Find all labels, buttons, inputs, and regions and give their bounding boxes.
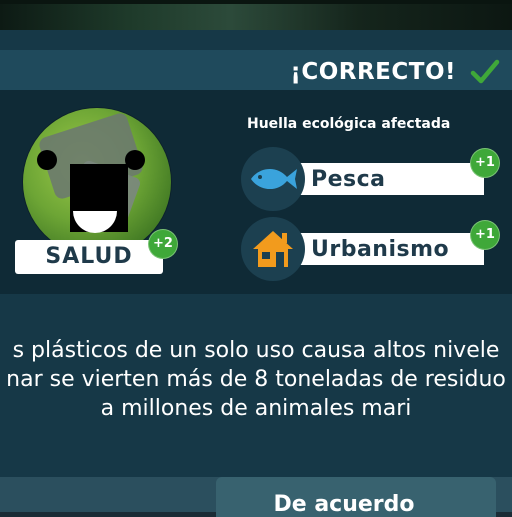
planet-eye-left xyxy=(37,150,57,170)
fish-icon xyxy=(241,147,305,211)
accept-button-label[interactable]: De acuerdo xyxy=(216,492,472,517)
game-scene-background xyxy=(0,0,512,30)
planet-eye-right xyxy=(125,150,145,170)
message-line-2: nar se vierten más de 8 toneladas de res… xyxy=(6,367,506,392)
checkmark-icon xyxy=(470,59,500,84)
footprint-label-pesca: Pesca xyxy=(311,167,386,192)
planet-face-icon xyxy=(23,108,171,256)
pesca-delta-badge: +1 xyxy=(470,148,500,178)
health-delta-badge: +2 xyxy=(148,229,178,259)
urbanismo-delta-badge: +1 xyxy=(470,220,500,250)
info-message: s plásticos de un solo uso causa altos n… xyxy=(0,336,512,423)
result-title: ¡CORRECTO! xyxy=(290,59,456,85)
message-line-1: s plásticos de un solo uso causa altos n… xyxy=(12,338,500,363)
house-icon xyxy=(241,217,305,281)
health-label: SALUD xyxy=(45,244,133,269)
footprint-title: Huella ecológica afectada xyxy=(247,116,451,132)
message-line-3: a millones de animales mari xyxy=(100,396,412,421)
footprint-label-urbanismo: Urbanismo xyxy=(311,237,450,262)
